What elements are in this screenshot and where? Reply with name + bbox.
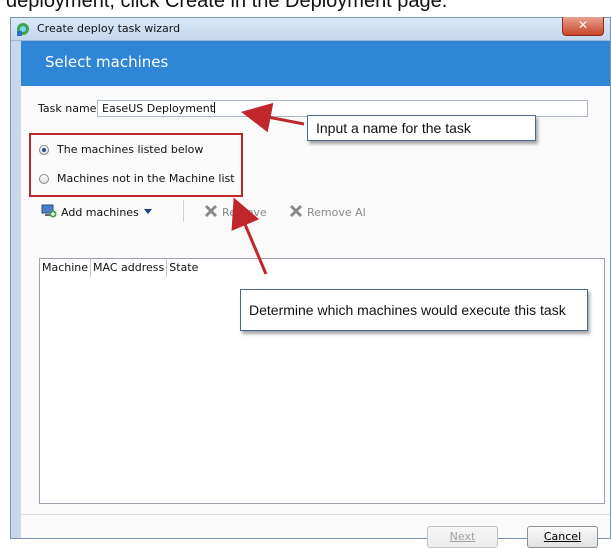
annotation-arrows [231,102,305,275]
arrow-to-task-name [241,102,305,133]
arrow-to-radio-group [231,197,268,275]
